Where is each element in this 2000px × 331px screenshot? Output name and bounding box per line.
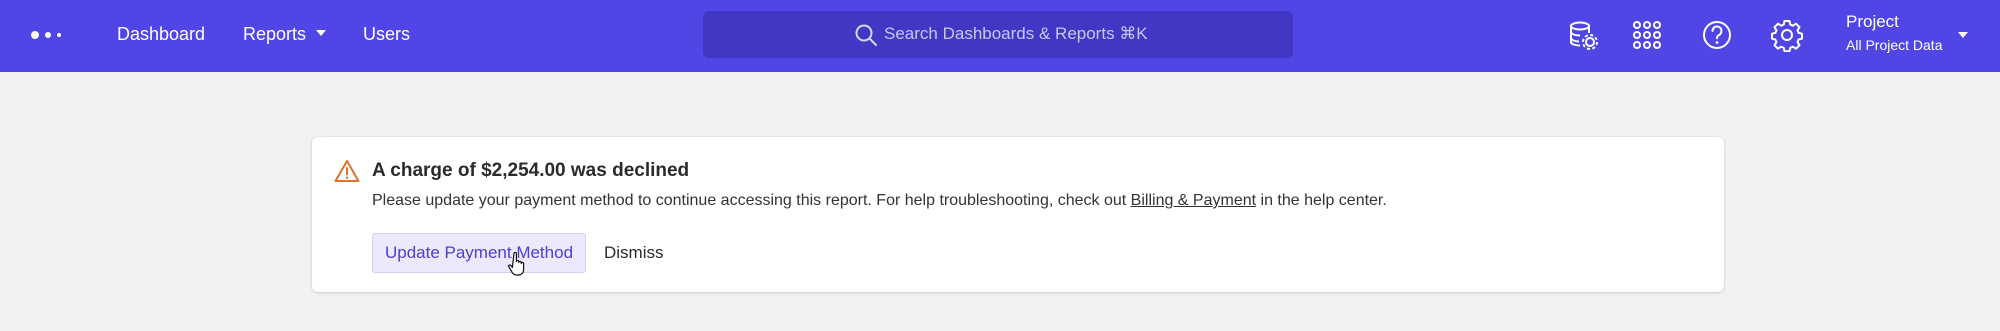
project-title: Project — [1846, 12, 1899, 31]
nav-reports-dropdown[interactable]: Reports — [243, 22, 327, 46]
dismiss-button[interactable]: Dismiss — [604, 233, 664, 273]
search-icon — [855, 24, 877, 46]
search-placeholder: Search Dashboards & Reports ⌘K — [884, 24, 1148, 43]
gear-icon[interactable] — [1770, 18, 1804, 52]
hand-pointer-cursor-icon — [508, 251, 525, 276]
chevron-down-icon[interactable] — [1958, 32, 1968, 38]
warning-icon — [334, 160, 360, 182]
project-subtitle: All Project Data — [1846, 37, 1943, 53]
chevron-down-icon — [316, 30, 327, 37]
update-payment-method-button[interactable]: Update Payment Method — [372, 233, 586, 273]
help-icon[interactable] — [1700, 18, 1734, 52]
top-navigation-bar: Dashboard Reports Users Search Dashboard… — [0, 0, 2000, 72]
alert-message-text: Please update your payment method to con… — [372, 192, 1131, 209]
alert-title: A charge of $2,254.00 was declined — [372, 160, 690, 181]
nav-dashboard[interactable]: Dashboard — [117, 22, 205, 46]
dots-logo-icon[interactable] — [30, 27, 70, 43]
alert-message-suffix: in the help center. — [1256, 192, 1387, 209]
apps-grid-icon[interactable] — [1630, 18, 1664, 52]
database-settings-icon[interactable] — [1566, 18, 1600, 52]
project-selector[interactable]: Project All Project Data — [1846, 12, 1976, 55]
search-input[interactable]: Search Dashboards & Reports ⌘K — [703, 11, 1293, 58]
alert-message: Please update your payment method to con… — [372, 190, 1387, 212]
billing-payment-link[interactable]: Billing & Payment — [1131, 192, 1256, 209]
nav-users[interactable]: Users — [363, 22, 410, 46]
nav-reports-label: Reports — [243, 24, 307, 44]
